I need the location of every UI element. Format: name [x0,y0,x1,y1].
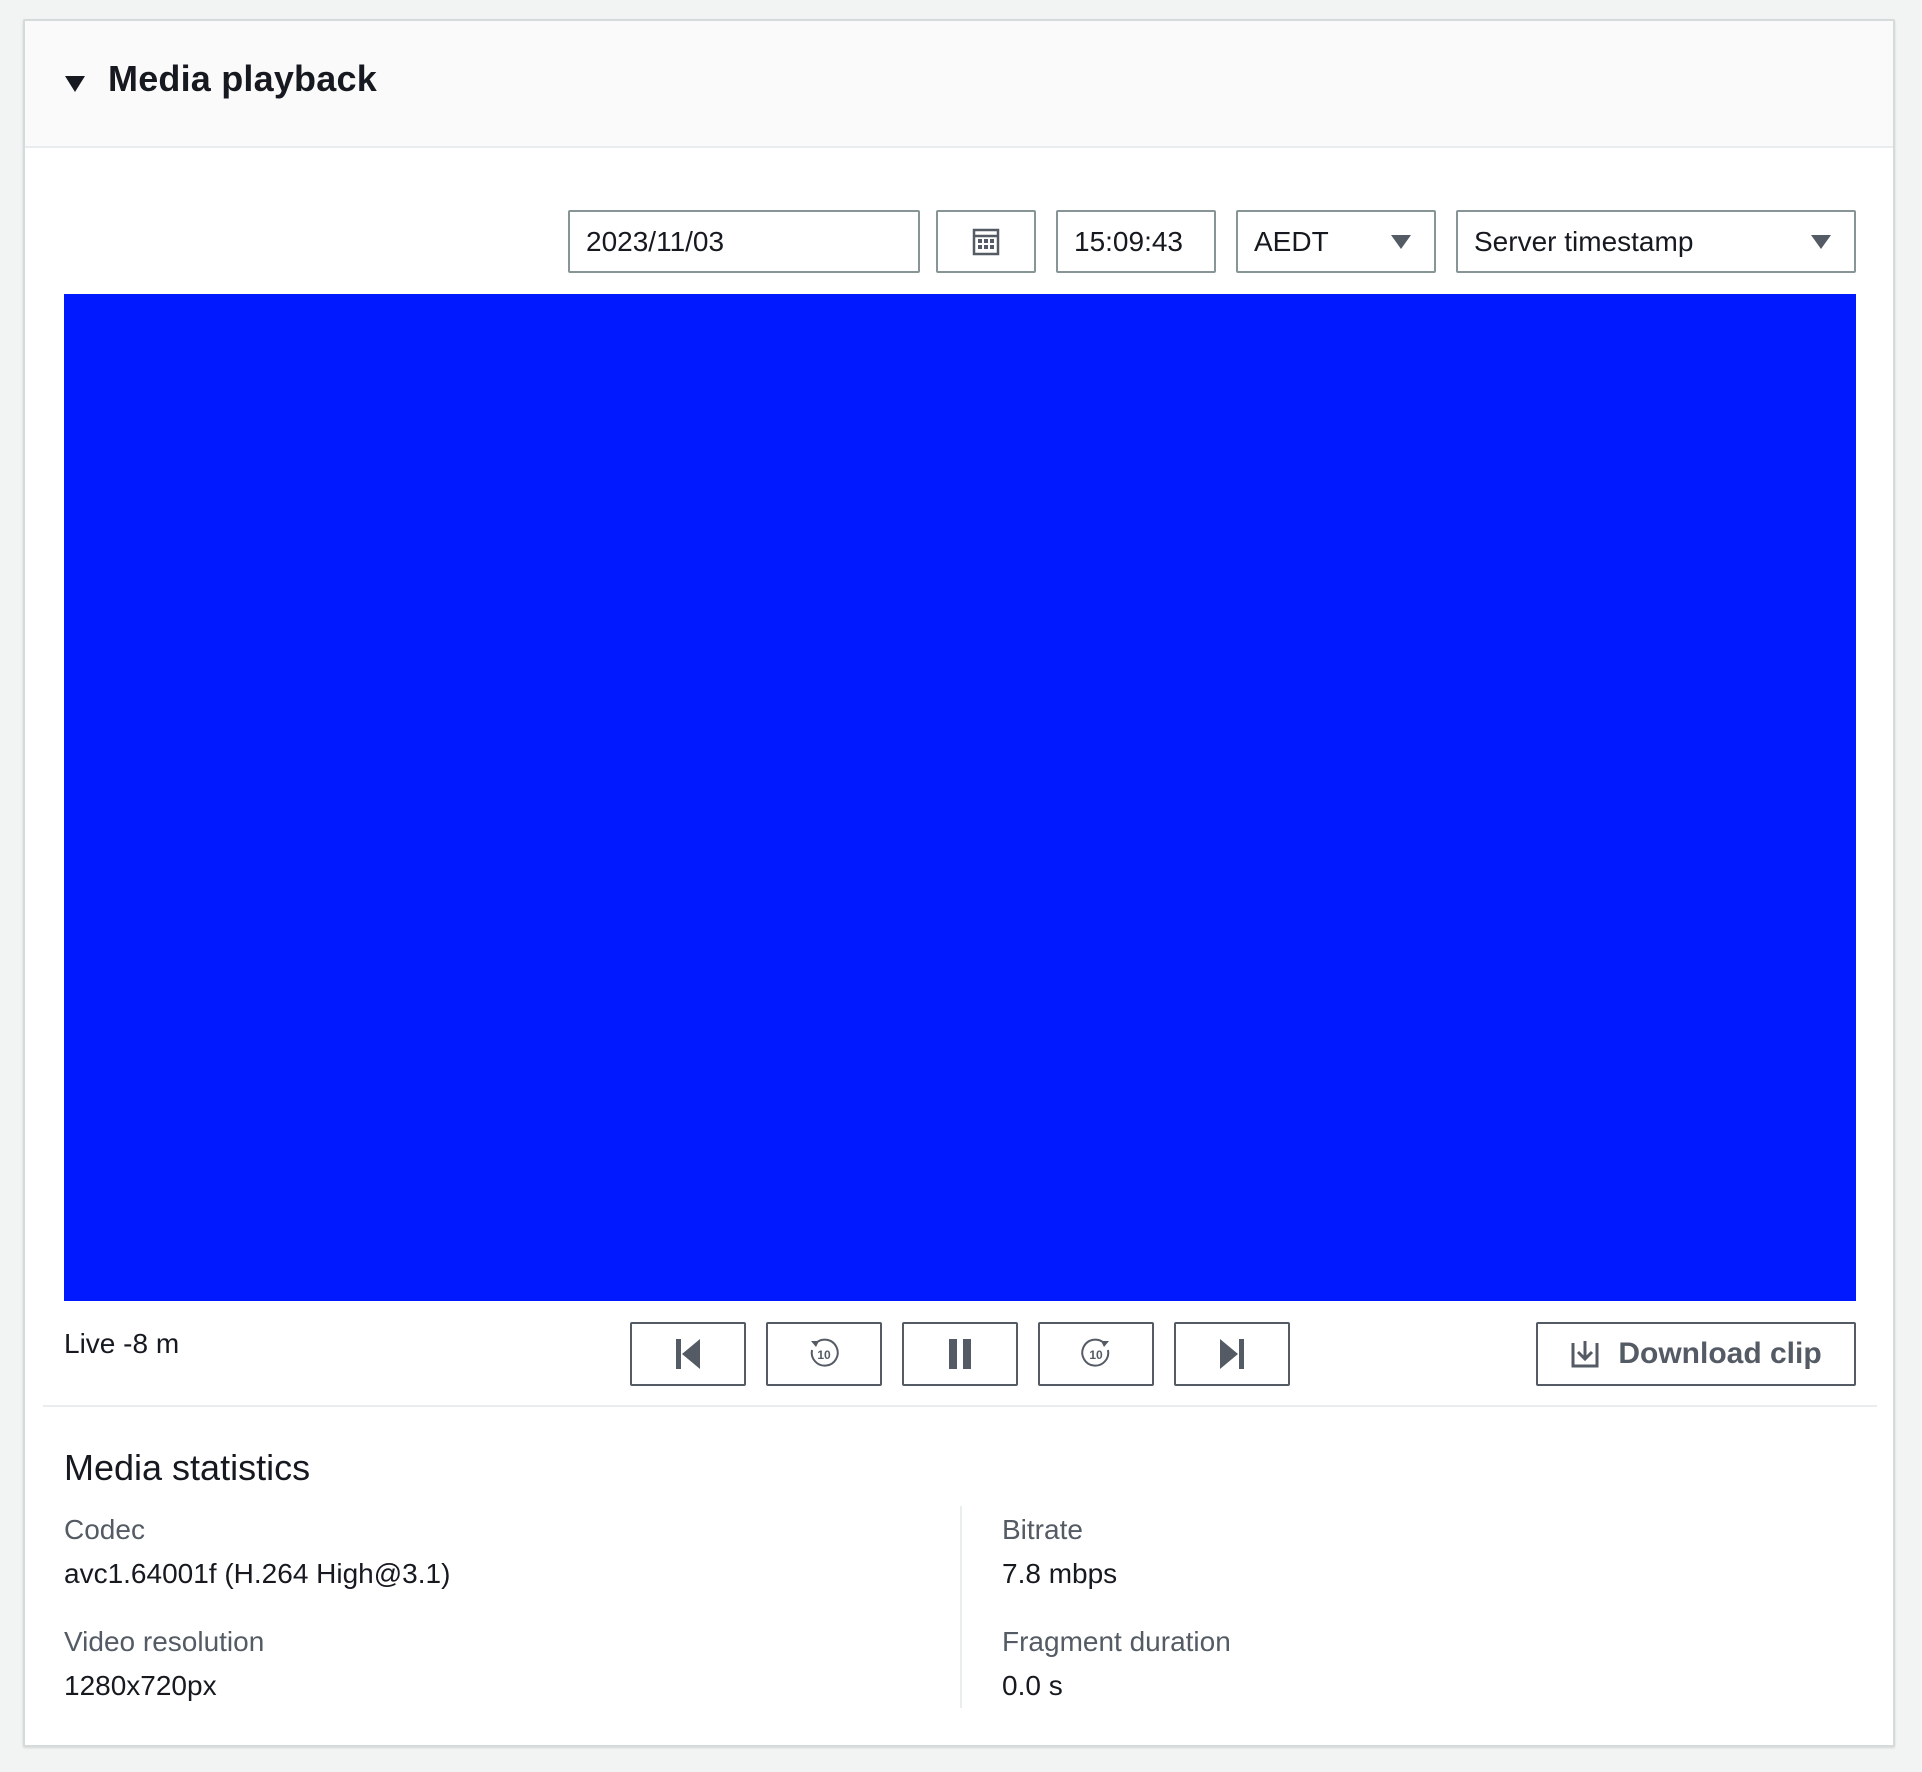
skip-to-end-button[interactable] [1174,1322,1290,1386]
date-value: 2023/11/03 [586,225,725,257]
bitrate-label: Bitrate [1002,1514,1083,1545]
date-input[interactable]: 2023/11/03 [568,210,920,273]
download-icon [1571,1341,1599,1368]
skip-back-icon [676,1339,700,1369]
video-resolution-label: Video resolution [64,1626,265,1657]
caret-down-icon [1811,235,1831,249]
caret-down-icon [1391,235,1411,249]
download-clip-button[interactable]: Download clip [1536,1322,1856,1386]
video-resolution-value: 1280x720px [64,1670,217,1701]
bitrate-value: 7.8 mbps [1002,1558,1118,1589]
rewind-10-label: 10 [817,1348,831,1362]
forward-10-icon: 10 [1081,1338,1110,1367]
fragment-duration-label: Fragment duration [1002,1626,1231,1657]
timestamp-type-select[interactable]: Server timestamp [1456,210,1856,273]
fragment-duration-value: 0.0 s [1002,1670,1063,1701]
pause-icon [949,1339,971,1369]
caret-down-icon [65,76,85,92]
download-clip-label: Download clip [1618,1337,1822,1370]
forward-10-button[interactable]: 10 [1038,1322,1154,1386]
panel-title: Media playback [108,58,377,99]
video-player[interactable] [64,294,1856,1301]
codec-value: avc1.64001f (H.264 High@3.1) [64,1558,451,1589]
pause-button[interactable] [902,1322,1018,1386]
time-input[interactable]: 15:09:43 [1056,210,1216,273]
skip-to-start-button[interactable] [630,1322,746,1386]
calendar-icon [972,228,1000,255]
codec-label: Codec [64,1514,145,1545]
section-divider [43,1405,1877,1407]
forward-10-label: 10 [1089,1348,1103,1362]
calendar-button[interactable] [936,210,1036,273]
column-divider [960,1506,962,1708]
media-statistics-title: Media statistics [64,1447,311,1488]
skip-forward-icon [1220,1339,1244,1369]
live-offset-label: Live -8 m [64,1328,180,1359]
timezone-value: AEDT [1254,225,1329,257]
panel-header[interactable]: Media playback [25,21,1893,148]
rewind-10-button[interactable]: 10 [766,1322,882,1386]
timestamp-type-value: Server timestamp [1474,225,1694,257]
timezone-select[interactable]: AEDT [1236,210,1436,273]
time-value: 15:09:43 [1074,225,1183,257]
rewind-10-icon: 10 [810,1338,839,1367]
